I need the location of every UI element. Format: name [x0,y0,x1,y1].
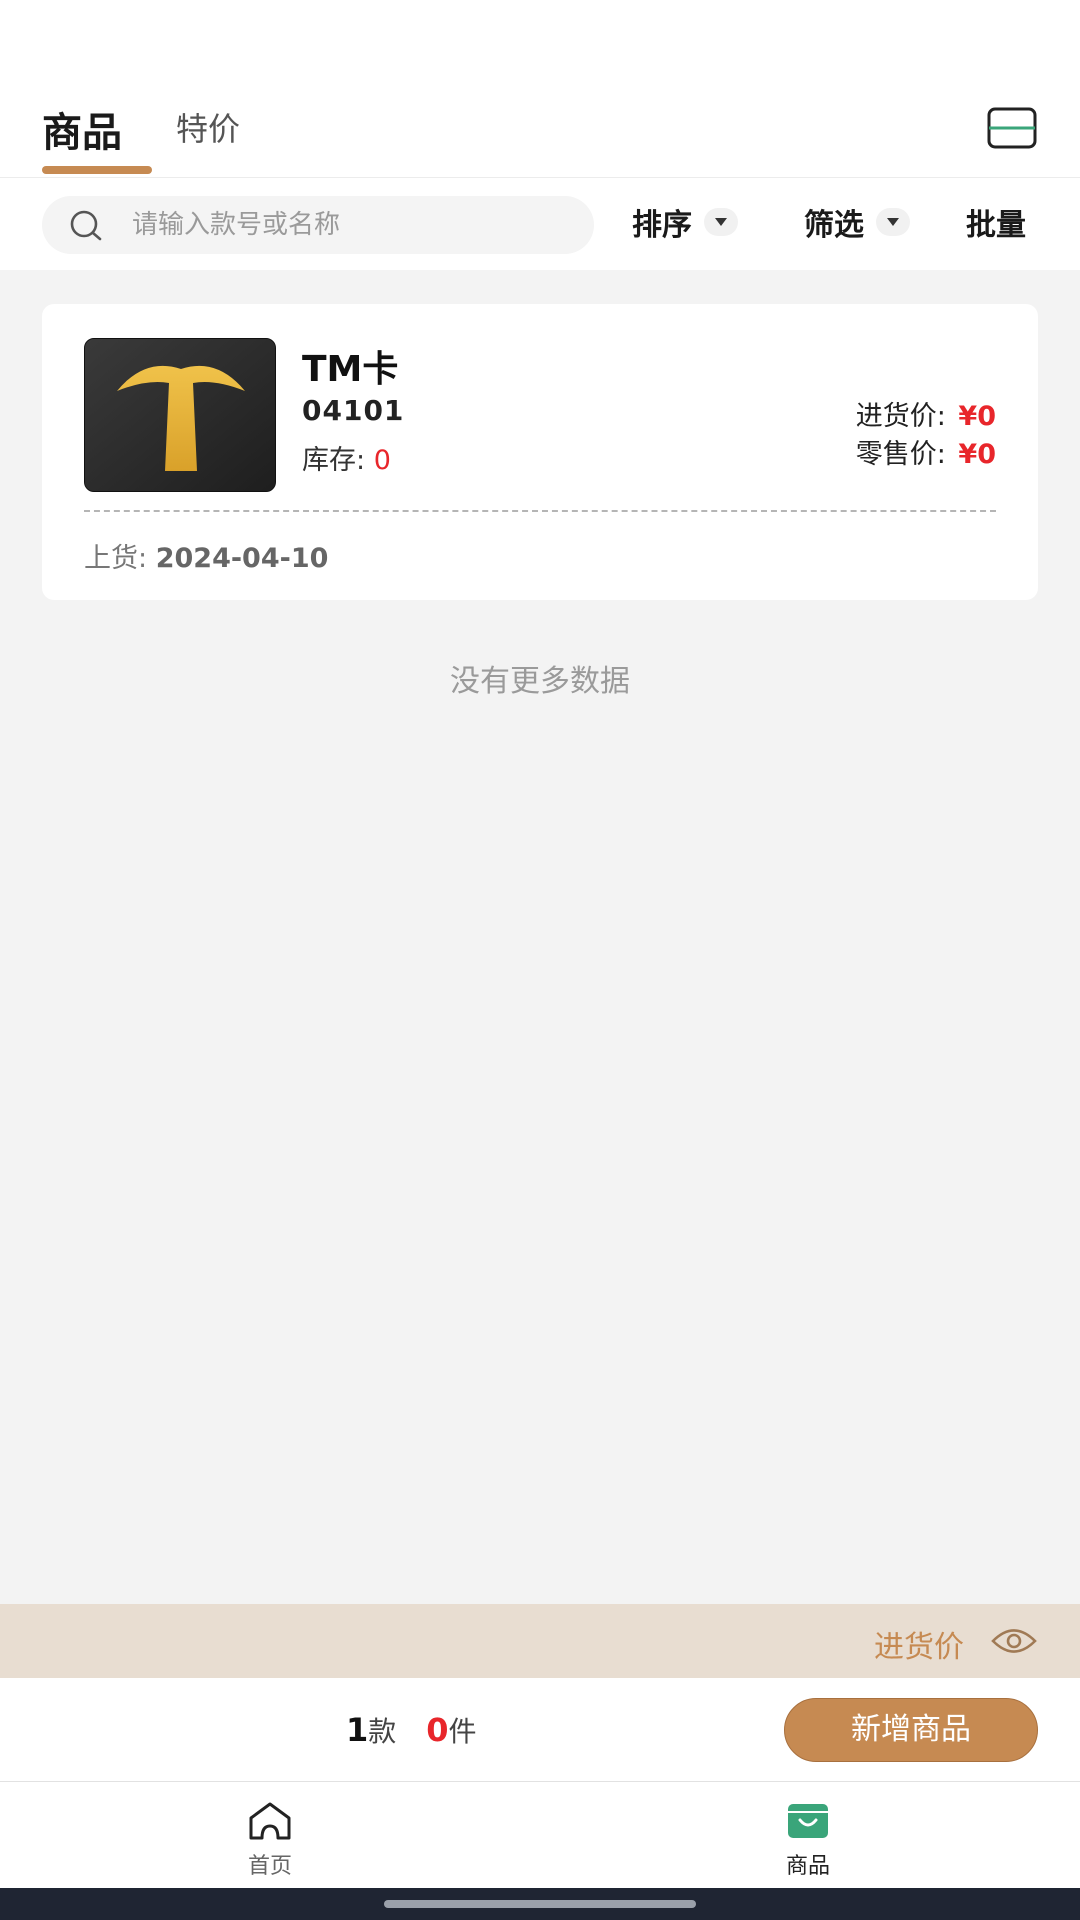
home-indicator[interactable] [384,1900,696,1908]
purchase-price-value: ¥0 [958,401,996,432]
nav-goods[interactable]: 商品 [708,1782,908,1888]
product-stock: 库存: 0 [302,438,391,477]
price-toggle-label: 进货价 [874,1630,964,1665]
toolbar: 排序 筛选 批量 [0,178,1080,270]
stock-label: 库存: [302,445,366,476]
styles-count: 1 [346,1711,369,1749]
purchase-price-row: 进货价: ¥0 [856,394,996,433]
scan-button[interactable] [986,106,1038,150]
system-nav-bar [0,1888,1080,1920]
chevron-down-icon [876,208,910,236]
nav-home[interactable]: 首页 [170,1782,370,1888]
retail-price-row: 零售价: ¥0 [856,432,996,471]
sort-button[interactable]: 排序 [632,200,738,244]
search-input[interactable] [132,204,572,246]
summary-bar: 1款 0件 新增商品 [0,1678,1080,1782]
nav-goods-label: 商品 [785,1854,830,1879]
summary-counts: 1款 0件 [346,1710,477,1750]
scan-icon [987,107,1037,149]
purchase-price-label: 进货价: [855,401,946,432]
retail-price-value: ¥0 [958,439,996,470]
shelf-date-row: 上货: 2024-04-10 [84,536,328,575]
status-bar-area [0,0,1080,90]
product-name: TM卡 [302,349,399,390]
active-tab-indicator [42,166,152,174]
pieces-count: 0 [426,1711,449,1749]
eye-icon[interactable] [990,1622,1038,1660]
list-end-text: 没有更多数据 [450,664,630,699]
header: 商品 特价 [0,90,1080,178]
search-box[interactable] [42,196,594,254]
shelf-date: 2024-04-10 [155,543,329,574]
nav-home-label: 首页 [247,1854,292,1879]
retail-price-label: 零售价: [855,439,946,470]
price-toggle-bar[interactable]: 进货价 [0,1604,1080,1678]
pieces-unit: 件 [448,1715,477,1748]
shop-bag-icon [788,1804,828,1838]
home-icon [249,1802,291,1840]
product-code: 04101 [302,394,405,427]
filter-label: 筛选 [804,208,864,243]
add-product-button[interactable]: 新增商品 [784,1698,1038,1762]
search-icon [70,210,102,241]
shelf-label: 上货: [84,543,148,574]
chevron-down-icon [704,208,738,236]
product-image [84,338,276,492]
filter-button[interactable]: 筛选 [804,200,910,244]
tab-special-price[interactable]: 特价 [176,104,240,150]
product-card[interactable]: TM卡 04101 库存: 0 进货价: ¥0 零售价: ¥0 上货: 2024… [42,304,1038,600]
styles-unit: 款 [368,1715,397,1748]
sort-label: 排序 [632,208,692,243]
divider [84,510,996,512]
batch-button[interactable]: 批量 [966,200,1026,244]
stock-value: 0 [373,445,391,476]
bottom-nav: 首页 商品 [0,1782,1080,1888]
tab-goods[interactable]: 商品 [42,100,122,158]
